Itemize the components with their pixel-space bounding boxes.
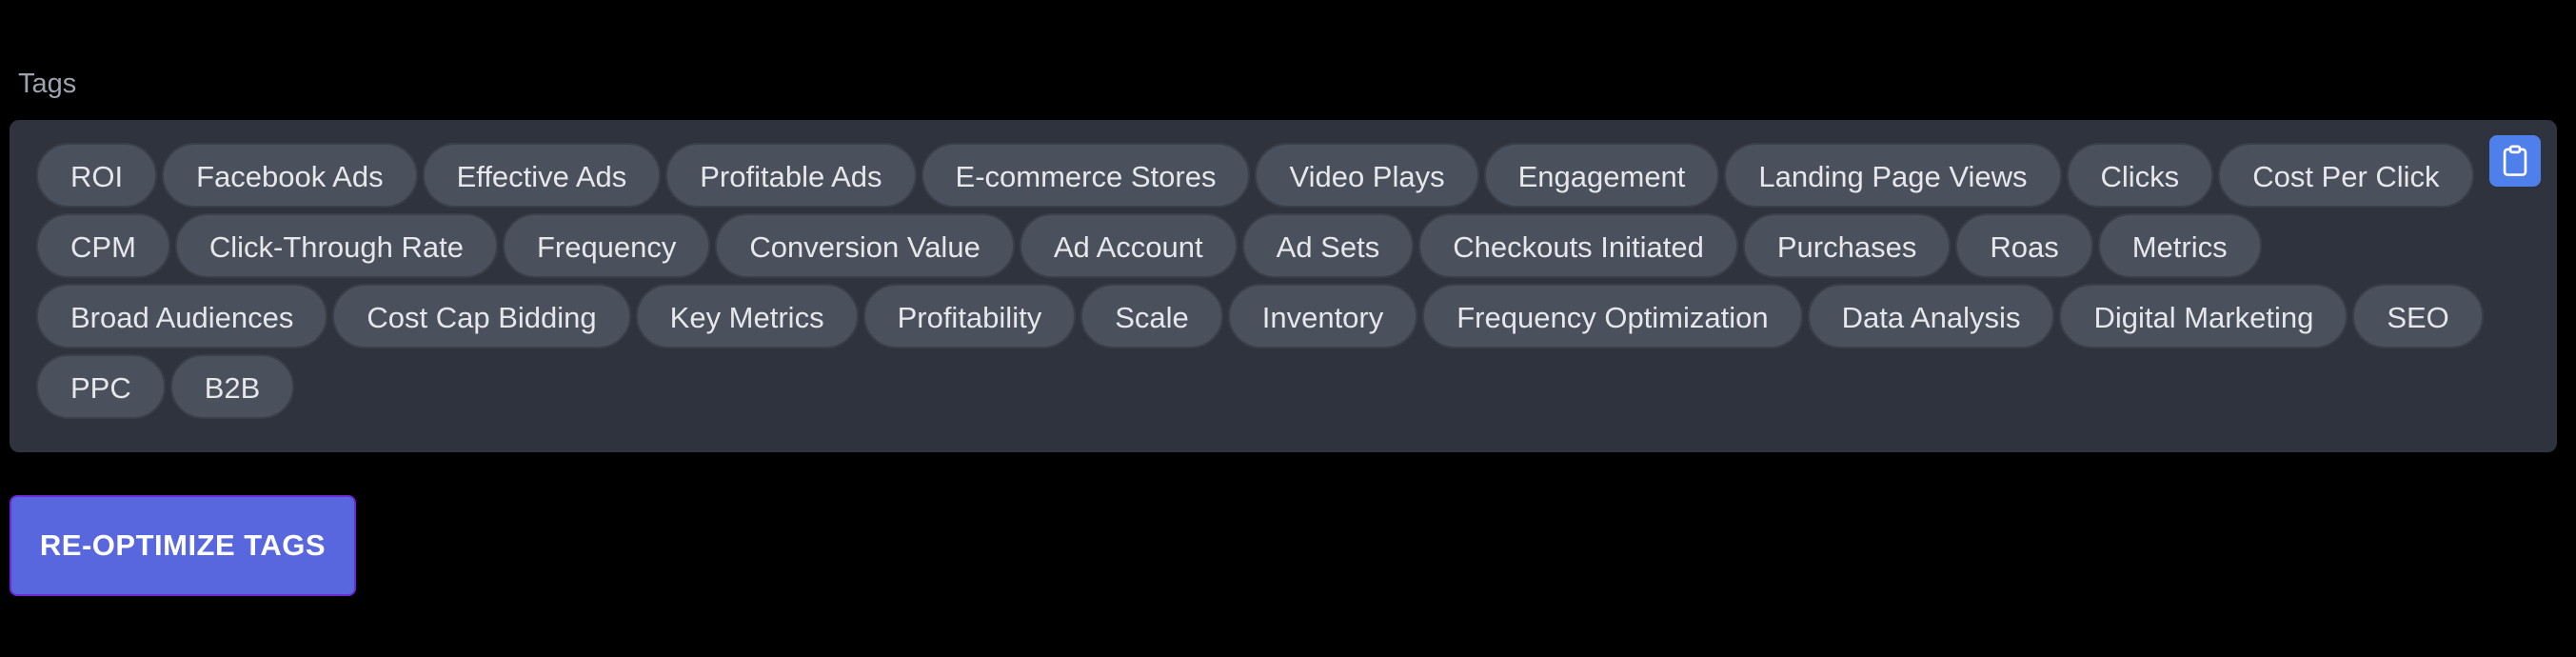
tag-chip[interactable]: CPM [36, 213, 170, 278]
tag-chip[interactable]: Conversion Value [715, 213, 1015, 278]
tag-chip[interactable]: Ad Account [1019, 213, 1238, 278]
tag-chip[interactable]: Digital Marketing [2059, 284, 2348, 348]
tag-chip[interactable]: Roas [1955, 213, 2093, 278]
tag-chip[interactable]: Checkouts Initiated [1418, 213, 1738, 278]
tag-chip[interactable]: Key Metrics [635, 284, 859, 348]
tag-chip[interactable]: Metrics [2097, 213, 2262, 278]
tag-chip[interactable]: Cost Cap Bidding [332, 284, 631, 348]
reoptimize-tags-button[interactable]: RE-OPTIMIZE TAGS [10, 495, 356, 596]
tag-chip[interactable]: Frequency Optimization [1422, 284, 1803, 348]
tag-chip[interactable]: Purchases [1742, 213, 1952, 278]
tag-chip[interactable]: Facebook Ads [162, 143, 418, 208]
tag-chip[interactable]: E-commerce Stores [921, 143, 1251, 208]
tag-chip[interactable]: ROI [36, 143, 158, 208]
tag-chip[interactable]: Cost Per Click [2218, 143, 2474, 208]
tag-chip[interactable]: Engagement [1483, 143, 1720, 208]
tag-chip[interactable]: Click-Through Rate [174, 213, 498, 278]
tag-chip[interactable]: Ad Sets [1241, 213, 1415, 278]
tag-chip[interactable]: Frequency [502, 213, 711, 278]
tag-chip[interactable]: Inventory [1227, 284, 1418, 348]
tag-list: ROI Facebook Ads Effective Ads Profitable A… [36, 143, 2488, 419]
tag-chip[interactable]: Scale [1080, 284, 1223, 348]
tags-panel: ROI Facebook Ads Effective Ads Profitable A… [10, 120, 2557, 452]
tag-chip[interactable]: Profitability [862, 284, 1077, 348]
tag-chip[interactable]: Data Analysis [1807, 284, 2055, 348]
tag-chip[interactable]: SEO [2352, 284, 2484, 348]
tag-chip[interactable]: Effective Ads [422, 143, 662, 208]
tag-chip[interactable]: B2B [169, 354, 295, 419]
tag-chip[interactable]: Video Plays [1255, 143, 1479, 208]
tags-label: Tags [18, 69, 77, 99]
tag-chip[interactable]: Clicks [2066, 143, 2214, 208]
tag-chip[interactable]: Broad Audiences [36, 284, 328, 348]
clipboard-icon [2501, 145, 2529, 177]
tags-editor: Tags ROI Facebook Ads Effective Ads Profita… [0, 0, 2576, 657]
copy-tags-button[interactable] [2489, 135, 2541, 187]
tag-chip[interactable]: Profitable Ads [665, 143, 917, 208]
tag-chip[interactable]: Landing Page Views [1724, 143, 2062, 208]
tag-chip[interactable]: PPC [36, 354, 166, 419]
